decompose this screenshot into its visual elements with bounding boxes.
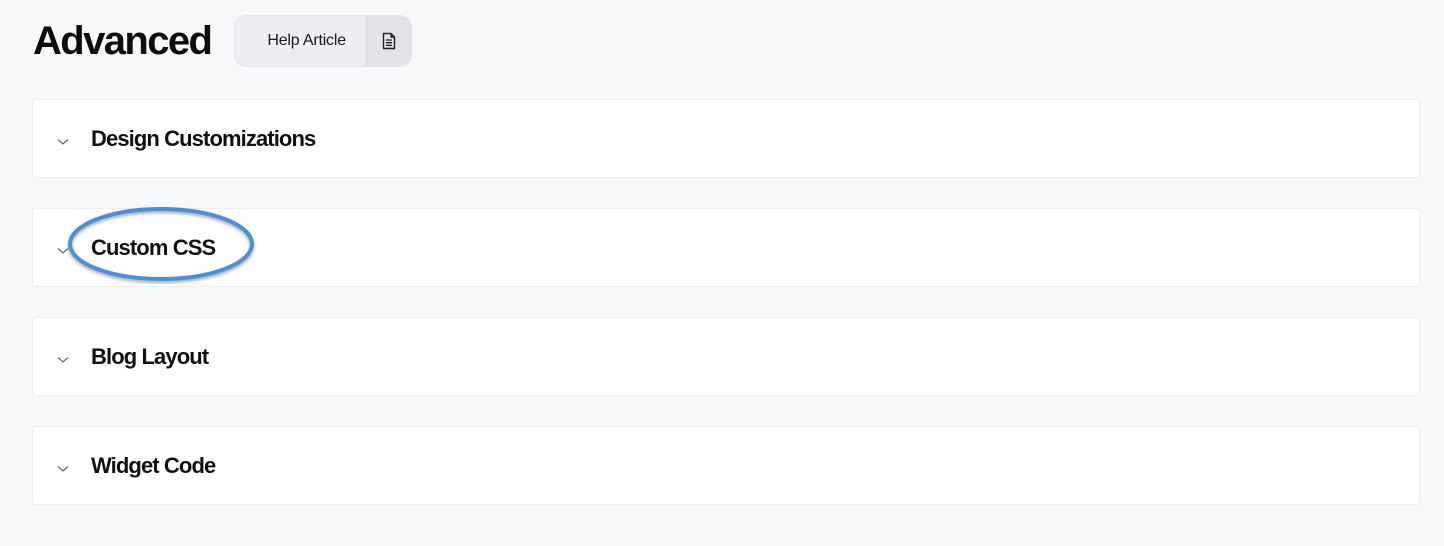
help-article-button[interactable]: Help Article: [234, 15, 412, 67]
chevron-down-icon: [56, 462, 70, 476]
page-header: Advanced Help Article: [33, 14, 412, 68]
advanced-settings-page: Advanced Help Article Design Customizati…: [0, 0, 1444, 546]
help-article-label: Help Article: [267, 32, 346, 49]
chevron-down-icon: [56, 244, 70, 258]
chevron-down-icon: [56, 135, 70, 149]
section-design-customizations[interactable]: Design Customizations: [32, 99, 1420, 178]
chevron-down-icon: [56, 353, 70, 367]
document-icon: [365, 16, 411, 66]
section-title: Widget Code: [91, 452, 216, 478]
section-custom-css[interactable]: Custom CSS: [32, 207, 1420, 287]
section-title: Blog Layout: [91, 343, 209, 369]
section-blog-layout[interactable]: Blog Layout: [32, 317, 1420, 396]
section-widget-code[interactable]: Widget Code: [32, 426, 1420, 505]
section-title: Design Customizations: [91, 125, 316, 151]
section-title: Custom CSS: [91, 234, 216, 260]
settings-sections: Design Customizations Custom CSS Blog La…: [32, 99, 1420, 535]
page-title: Advanced: [33, 19, 213, 63]
